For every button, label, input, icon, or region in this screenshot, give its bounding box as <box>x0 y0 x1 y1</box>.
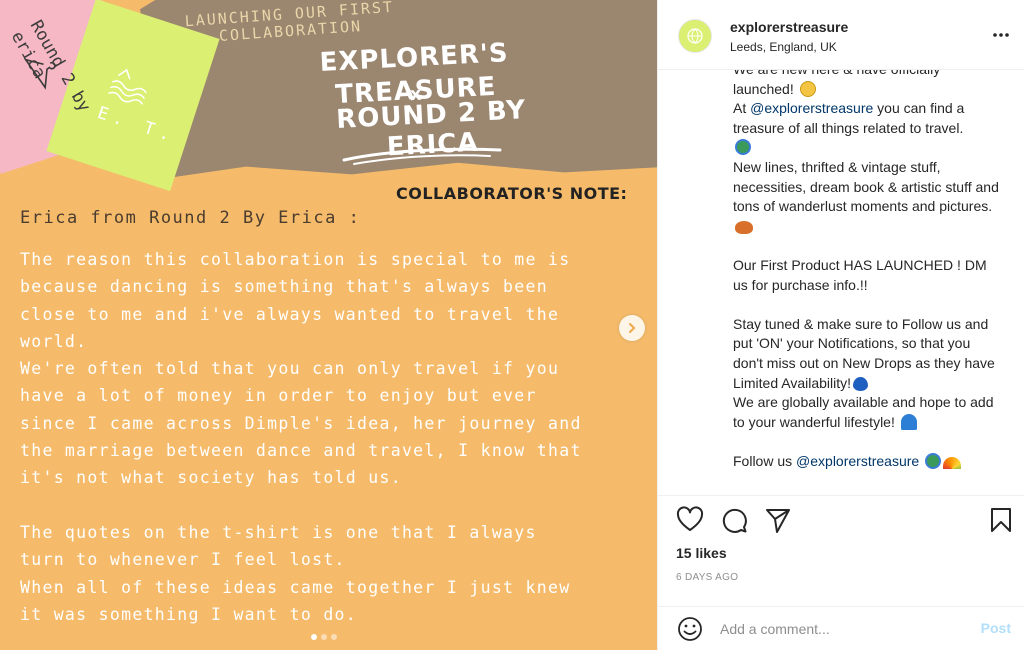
username[interactable]: explorerstreasure <box>730 19 848 35</box>
caption-paragraph: Follow us @explorerstreasure <box>733 452 1003 472</box>
hero-underline <box>342 147 502 165</box>
location[interactable]: Leeds, England, UK <box>730 40 837 54</box>
collaborator-note-label: COLLABORATOR'S NOTE: <box>396 184 628 203</box>
carousel-dot <box>331 634 337 640</box>
chevron-right-icon <box>629 323 636 333</box>
share-icon[interactable] <box>764 506 792 534</box>
post-button[interactable]: Post <box>981 620 1011 636</box>
caption-paragraph: Stay tuned & make sure to Follow us and … <box>733 315 1003 433</box>
caption-text: New lines, thrifted & vintage stuff, nec… <box>733 158 999 215</box>
caption-text: We are new here & have officially launch… <box>733 70 940 97</box>
next-image-button[interactable] <box>619 315 645 341</box>
caption-text: At <box>733 100 747 117</box>
caption-paragraph: Our First Product HAS LAUNCHED ! DM us f… <box>733 256 1003 295</box>
heart-icon[interactable] <box>676 506 704 534</box>
carousel-dot <box>311 634 317 640</box>
butterfly-emoji-icon <box>735 220 753 234</box>
emoji-icon[interactable] <box>676 615 704 643</box>
bookmark-icon[interactable] <box>987 506 1015 534</box>
caption-text: Our First Product HAS LAUNCHED ! DM us f… <box>733 256 987 293</box>
post-image-carousel[interactable]: Round 2 by erica E. T. LAUNCHING OUR FIR… <box>0 0 657 650</box>
post-sidebar: explorerstreasure Leeds, England, UK We … <box>657 0 1024 650</box>
comment-input[interactable] <box>720 619 960 639</box>
caption-text: We are globally available and hope to ad… <box>733 394 994 430</box>
post-header: explorerstreasure Leeds, England, UK <box>658 0 1024 70</box>
avatar[interactable] <box>678 19 712 53</box>
wave-emoji-icon <box>900 413 917 430</box>
note-author: Erica from Round 2 By Erica : <box>20 208 361 228</box>
caption-paragraph: We are new here & have officially launch… <box>733 70 1003 236</box>
globe-emoji-icon <box>925 452 942 469</box>
globe-emoji-icon <box>735 139 751 156</box>
globe-logo-icon <box>687 28 703 44</box>
mention-link[interactable]: @explorerstreasure <box>796 453 919 469</box>
mention-link[interactable]: @explorerstreasure <box>750 100 873 116</box>
caption-text: Follow us <box>733 452 793 469</box>
carousel-indicator <box>311 634 337 640</box>
smiling-face-emoji-icon <box>799 80 816 97</box>
post-date[interactable]: 6 DAYS AGO <box>676 572 738 583</box>
post-caption: We are new here & have officially launch… <box>733 70 1003 490</box>
post-actions: 15 likes 6 DAYS AGO <box>658 495 1024 605</box>
note-body: The reason this collaboration is special… <box>20 250 582 624</box>
carousel-dot <box>321 634 327 640</box>
likes-count[interactable]: 15 likes <box>676 545 727 561</box>
more-icon[interactable] <box>991 27 1011 43</box>
comment-icon[interactable] <box>720 506 748 534</box>
comment-bar: Post <box>658 606 1024 650</box>
rainbow-emoji-icon <box>943 456 962 469</box>
blue-heart-emoji-icon <box>853 376 869 391</box>
